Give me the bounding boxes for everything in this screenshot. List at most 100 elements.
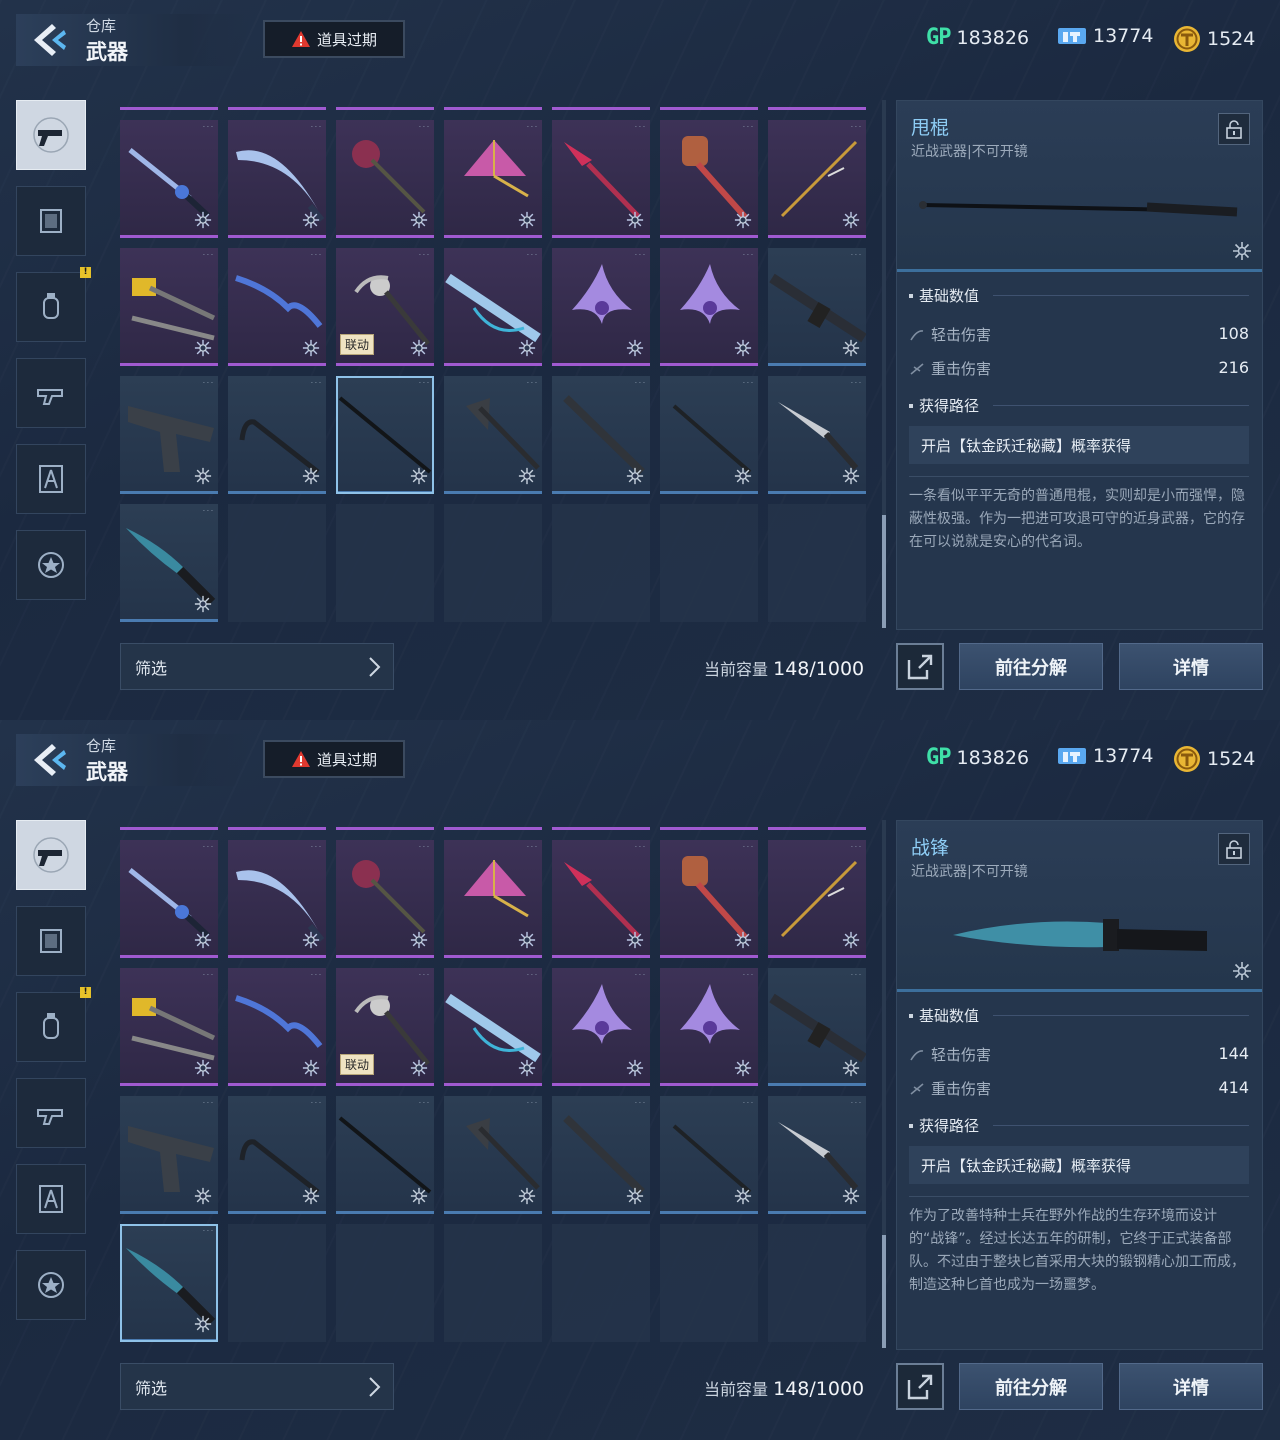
weapon-slot[interactable]: - - - <box>660 840 758 958</box>
lock-button[interactable] <box>1218 113 1250 145</box>
light-attack-stat: 轻击伤害 144 <box>909 1044 1249 1065</box>
weapon-slot[interactable]: - - - <box>228 968 326 1086</box>
weapon-slot[interactable]: - - - <box>660 968 758 1086</box>
decompose-button[interactable]: 前往分解 <box>959 643 1103 690</box>
weapon-slot[interactable]: - - - <box>444 248 542 366</box>
sidebar-tab-weapons[interactable] <box>16 100 86 170</box>
partial-row-item[interactable] <box>228 95 326 110</box>
partial-row-item[interactable] <box>768 815 866 830</box>
external-link-icon <box>907 654 933 679</box>
weapon-slot[interactable]: - - - <box>552 968 650 1086</box>
weapon-slot[interactable]: - - - <box>228 376 326 494</box>
capacity-current: 148 <box>773 658 810 680</box>
weapon-slot[interactable]: - - - <box>768 840 866 958</box>
slot-corner-mark: - - - <box>418 123 429 130</box>
partial-row-item[interactable] <box>336 95 434 110</box>
weapon-slot[interactable]: - - - <box>120 248 218 366</box>
weapon-slot[interactable]: - - - <box>228 248 326 366</box>
rarity-emblem-icon <box>626 931 644 949</box>
details-button[interactable]: 详情 <box>1119 1363 1263 1410</box>
weapon-slot[interactable]: - - - <box>120 120 218 238</box>
weapon-slot[interactable]: - - - 联动 <box>336 248 434 366</box>
sidebar-tab-attachments[interactable] <box>16 358 86 428</box>
item-expired-button[interactable]: 道具过期 <box>263 20 405 58</box>
slot-corner-mark: - - - <box>418 251 429 258</box>
weapon-slot[interactable]: - - - <box>120 376 218 494</box>
slot-corner-mark: - - - <box>742 379 753 386</box>
partial-row-item[interactable] <box>660 95 758 110</box>
partial-row-item[interactable] <box>660 815 758 830</box>
scroll-thumb[interactable] <box>882 515 886 628</box>
partial-row-item[interactable] <box>228 815 326 830</box>
weapon-slot[interactable]: - - - 联动 <box>336 968 434 1086</box>
weapon-slot[interactable]: - - - <box>444 840 542 958</box>
scroll-thumb[interactable] <box>882 1235 886 1348</box>
weapon-slot[interactable]: - - - <box>120 1224 218 1342</box>
rarity-emblem-icon <box>842 211 860 229</box>
weapon-slot[interactable]: - - - <box>552 248 650 366</box>
weapon-slot[interactable]: - - - <box>444 120 542 238</box>
weapon-slot[interactable]: - - - <box>768 376 866 494</box>
weapon-slot[interactable]: - - - <box>120 968 218 1086</box>
heavy-attack-value: 216 <box>1218 358 1249 377</box>
weapon-slot[interactable]: - - - <box>336 120 434 238</box>
weapon-slot[interactable]: - - - <box>768 248 866 366</box>
weapon-slot[interactable]: - - - <box>444 376 542 494</box>
weapon-slot[interactable]: - - - <box>552 376 650 494</box>
weapon-slot[interactable]: - - - <box>444 968 542 1086</box>
item-expired-button[interactable]: 道具过期 <box>263 740 405 778</box>
weapon-slot[interactable]: - - - <box>552 1096 650 1214</box>
grid-scrollbar[interactable] <box>882 820 886 1348</box>
partial-row-item[interactable] <box>120 95 218 110</box>
weapon-slot[interactable]: - - - <box>552 840 650 958</box>
weapon-slot[interactable]: - - - <box>120 504 218 622</box>
sidebar-tab-frames[interactable] <box>16 906 86 976</box>
partial-row-item[interactable] <box>444 815 542 830</box>
sidebar-tab-character[interactable] <box>16 1164 86 1234</box>
weapon-slot[interactable]: - - - <box>660 376 758 494</box>
sidebar-tab-frames[interactable] <box>16 186 86 256</box>
weapon-slot[interactable]: - - - <box>660 1096 758 1214</box>
sidebar-tab-badges[interactable] <box>16 1250 86 1320</box>
sidebar-tab-throwables[interactable]: ! <box>16 267 91 342</box>
weapon-slot[interactable]: - - - <box>336 1096 434 1214</box>
weapon-slot[interactable]: - - - <box>444 1096 542 1214</box>
back-arrow-icon[interactable] <box>30 22 70 58</box>
partial-row-item[interactable] <box>120 815 218 830</box>
weapon-slot[interactable]: - - - <box>336 376 434 494</box>
partial-row-item[interactable] <box>336 815 434 830</box>
weapon-slot[interactable]: - - - <box>768 968 866 1086</box>
weapon-slot[interactable]: - - - <box>228 1096 326 1214</box>
weapon-slot[interactable]: - - - <box>660 120 758 238</box>
share-button[interactable] <box>896 643 944 690</box>
sidebar-tab-badges[interactable] <box>16 530 86 600</box>
partial-row-item[interactable] <box>552 95 650 110</box>
weapon-slot[interactable]: - - - <box>120 840 218 958</box>
weapon-slot[interactable]: - - - <box>768 120 866 238</box>
weapon-slot[interactable]: - - - <box>120 1096 218 1214</box>
weapon-slot[interactable]: - - - <box>552 120 650 238</box>
decompose-button[interactable]: 前往分解 <box>959 1363 1103 1410</box>
rarity-emblem-icon <box>518 467 536 485</box>
partial-row-item[interactable] <box>768 95 866 110</box>
share-button[interactable] <box>896 1363 944 1410</box>
weapon-slot[interactable]: - - - <box>228 840 326 958</box>
sidebar-tab-throwables[interactable]: ! <box>16 987 91 1062</box>
filter-dropdown[interactable]: 筛选 <box>120 643 394 690</box>
slot-corner-mark: - - - <box>526 251 537 258</box>
sidebar-tab-attachments[interactable] <box>16 1078 86 1148</box>
partial-row-item[interactable] <box>552 815 650 830</box>
back-arrow-icon[interactable] <box>30 742 70 778</box>
sidebar-tab-character[interactable] <box>16 444 86 514</box>
weapon-slot[interactable]: - - - <box>768 1096 866 1214</box>
partial-row-item[interactable] <box>444 95 542 110</box>
grid-scrollbar[interactable] <box>882 100 886 628</box>
lock-button[interactable] <box>1218 833 1250 865</box>
sidebar-tab-weapons[interactable] <box>16 820 86 890</box>
weapon-slot[interactable]: - - - <box>336 840 434 958</box>
weapon-slot[interactable]: - - - <box>228 120 326 238</box>
weapon-grid: - - -- - -- - -- - -- - -- - -- - -- - -… <box>120 815 870 1350</box>
weapon-slot[interactable]: - - - <box>660 248 758 366</box>
details-button[interactable]: 详情 <box>1119 643 1263 690</box>
filter-dropdown[interactable]: 筛选 <box>120 1363 394 1410</box>
